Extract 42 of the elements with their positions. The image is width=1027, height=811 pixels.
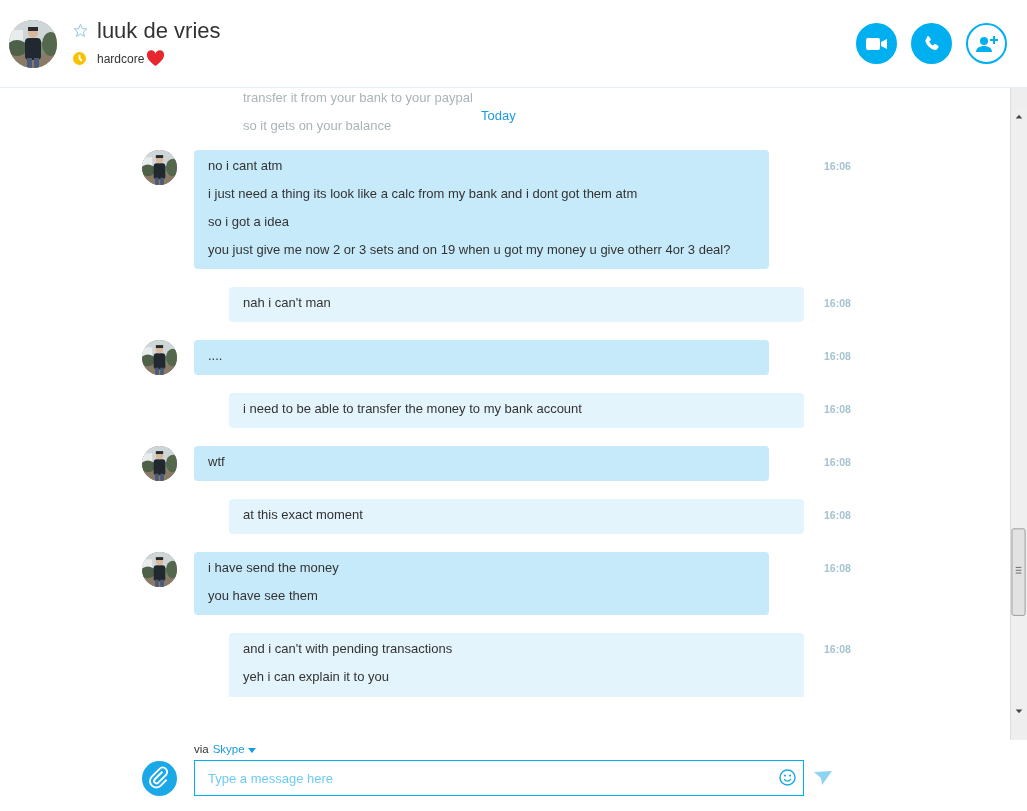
message-text: you have see them	[208, 587, 319, 605]
call-button[interactable]	[911, 23, 952, 64]
clock-icon	[73, 52, 86, 65]
timestamp: 16:08	[824, 349, 851, 364]
video-camera-icon	[865, 36, 888, 51]
message-text: transfer it from your bank to your paypal	[243, 89, 473, 107]
timestamp: 16:06	[824, 159, 851, 174]
timestamp: 16:08	[824, 508, 851, 523]
service-dropdown[interactable]: Skype	[212, 741, 256, 759]
timestamp: 16:08	[824, 455, 851, 470]
caret-icon	[247, 747, 256, 753]
message-text: so it gets on your balance	[243, 117, 392, 135]
star-icon[interactable]	[73, 23, 88, 38]
message-text: nah i can't man	[243, 294, 332, 312]
message-text: i need to be able to transfer the money to my bank account	[243, 400, 583, 418]
timestamp: 16:08	[824, 402, 851, 417]
contact-name: luuk de vries	[97, 19, 221, 42]
timestamp: 16:08	[824, 561, 851, 576]
heart-icon	[146, 50, 166, 67]
scrollbar[interactable]	[1010, 88, 1027, 740]
mood-message: hardcore	[97, 50, 145, 68]
video-call-button[interactable]	[856, 23, 897, 64]
message-input[interactable]: Type a message here	[194, 760, 804, 796]
message-text: yeh i can explain it to you	[243, 668, 390, 686]
message-text: so i got a idea	[208, 213, 290, 231]
date-divider: Today	[481, 107, 516, 125]
message-text: i just need a thing its look like a calc from my bank and i dont got them atm	[208, 185, 639, 203]
message-text: at this exact moment	[243, 506, 364, 524]
add-contact-button[interactable]	[966, 23, 1007, 64]
timestamp: 16:08	[824, 642, 851, 657]
message-text: wtf	[208, 453, 226, 471]
via-label: via	[194, 742, 209, 758]
message-text: you just give me now 2 or 3 sets and on 19 when u got my money u give otherr 4or 3 deal?	[208, 241, 732, 259]
message-text: and i can't with pending transactions	[243, 640, 454, 658]
message-text: no i cant atm	[208, 157, 284, 175]
add-person-icon	[974, 34, 999, 53]
emoji-icon[interactable]	[779, 769, 796, 786]
attach-icon[interactable]	[142, 760, 177, 796]
message-text: i have send the money	[208, 559, 340, 577]
timestamp: 16:08	[824, 296, 851, 311]
send-icon[interactable]	[814, 771, 832, 785]
message-text: ....	[208, 347, 224, 365]
